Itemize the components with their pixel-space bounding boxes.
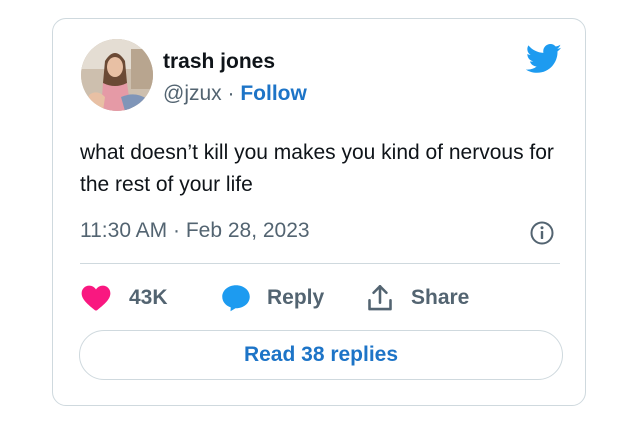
twitter-bird-icon[interactable] (525, 43, 562, 75)
share-upload-icon (367, 284, 393, 312)
meta-separator: · (221, 82, 241, 105)
read-replies-button[interactable]: Read 38 replies (79, 330, 563, 380)
speech-bubble-icon (221, 284, 251, 312)
reply-label: Reply (267, 286, 325, 309)
action-bar: 43K Reply Share (81, 283, 521, 313)
divider (80, 263, 560, 264)
info-icon[interactable] (529, 220, 555, 246)
author-meta: @jzux · Follow (163, 82, 307, 106)
author-name[interactable]: trash jones (163, 50, 275, 74)
reply-button[interactable]: Reply (221, 283, 324, 313)
follow-link[interactable]: Follow (240, 82, 307, 105)
author-handle[interactable]: @jzux (163, 82, 222, 105)
share-button[interactable]: Share (367, 283, 469, 313)
tweet-text: what doesn’t kill you makes you kind of … (80, 141, 554, 196)
heart-icon (81, 285, 111, 311)
tweet-card: trash jones @jzux · Follow what doesn’t … (52, 18, 586, 406)
like-button[interactable]: 43K (81, 283, 168, 313)
tweet-timestamp[interactable]: 11:30 AM · Feb 28, 2023 (80, 219, 310, 243)
share-label: Share (411, 286, 470, 309)
avatar[interactable] (81, 39, 153, 111)
like-count: 43K (129, 286, 168, 309)
